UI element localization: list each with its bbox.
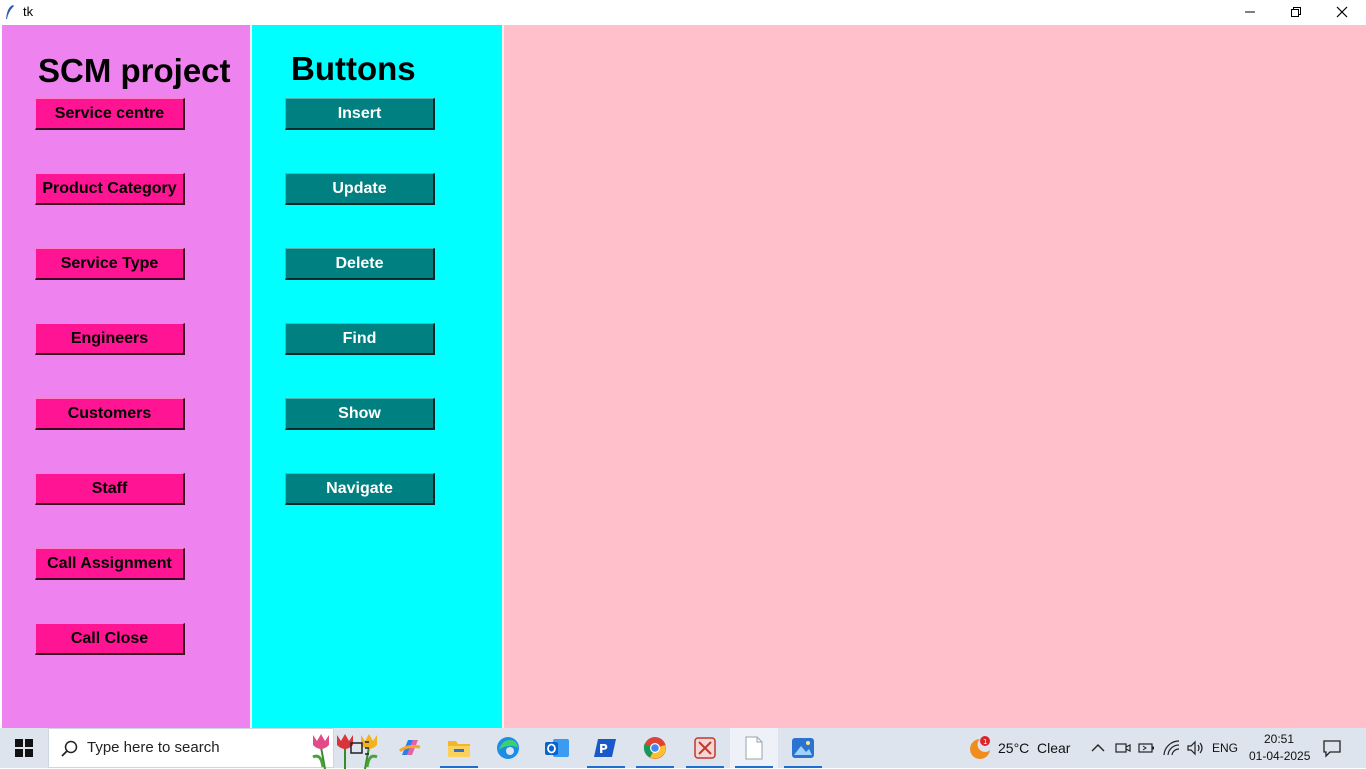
staff-button[interactable]: Staff xyxy=(35,473,185,505)
snipping-tool-icon xyxy=(694,737,716,759)
restore-icon xyxy=(1291,7,1301,17)
engineers-button[interactable]: Engineers xyxy=(35,323,185,355)
task-view-button[interactable] xyxy=(336,728,384,768)
call-close-button[interactable]: Call Close xyxy=(35,623,185,655)
edge-button[interactable] xyxy=(484,728,532,768)
notifications-icon[interactable] xyxy=(1322,738,1342,758)
content-panel xyxy=(504,25,1366,728)
restore-button[interactable] xyxy=(1273,0,1319,24)
delete-button[interactable]: Delete xyxy=(285,248,435,280)
product-category-button[interactable]: Product Category xyxy=(35,173,185,205)
svg-text:P: P xyxy=(599,742,608,756)
notepad-button[interactable] xyxy=(730,728,778,768)
battery-plug-icon xyxy=(1138,743,1154,753)
title-bar: tk xyxy=(0,0,1366,24)
notepad-icon xyxy=(745,736,763,760)
window-title: tk xyxy=(23,4,34,19)
clock-date: 01-04-2025 xyxy=(1249,749,1311,763)
tk-feather-icon xyxy=(6,5,14,19)
action-panel xyxy=(252,25,502,728)
wifi-icon xyxy=(1163,740,1180,756)
file-explorer-button[interactable] xyxy=(435,728,483,768)
navigate-button[interactable]: Navigate xyxy=(285,473,435,505)
chevron-up-icon xyxy=(1091,744,1105,752)
search-input[interactable] xyxy=(87,739,257,756)
show-button[interactable]: Show xyxy=(285,398,435,430)
photos-icon xyxy=(792,738,814,758)
input-language[interactable]: ENG xyxy=(1212,741,1238,755)
project-heading: SCM project xyxy=(38,52,231,89)
chrome-button[interactable] xyxy=(631,728,679,768)
speaker-icon xyxy=(1187,740,1203,756)
copilot-icon xyxy=(398,740,421,755)
weather-temperature: 25°C xyxy=(998,740,1030,756)
snipping-tool-button[interactable] xyxy=(681,728,729,768)
weather-badge: 1 xyxy=(983,738,987,746)
chrome-icon xyxy=(643,737,666,759)
close-icon xyxy=(1336,6,1348,18)
service-centre-button[interactable]: Service centre xyxy=(35,98,185,130)
camera-icon xyxy=(1115,743,1131,753)
search-icon xyxy=(61,740,78,757)
outlook-button[interactable] xyxy=(533,728,581,768)
network-tray-button[interactable] xyxy=(1162,738,1182,758)
buttons-heading: Buttons xyxy=(291,50,416,87)
copilot-button[interactable] xyxy=(386,728,434,768)
edge-icon xyxy=(497,737,519,759)
meet-tray-button[interactable] xyxy=(1113,738,1133,758)
pycharm-button[interactable]: P xyxy=(582,728,630,768)
minimize-icon xyxy=(1245,11,1255,13)
close-button[interactable] xyxy=(1319,0,1365,24)
photos-button[interactable] xyxy=(779,728,827,768)
taskbar: P xyxy=(0,728,1366,769)
call-assignment-button[interactable]: Call Assignment xyxy=(35,548,185,580)
start-button[interactable] xyxy=(0,728,48,768)
find-button[interactable]: Find xyxy=(285,323,435,355)
weather-condition: Clear xyxy=(1037,740,1071,756)
service-type-button[interactable]: Service Type xyxy=(35,248,185,280)
insert-button[interactable]: Insert xyxy=(285,98,435,130)
file-explorer-icon xyxy=(448,741,470,757)
windows-logo-icon xyxy=(15,739,33,757)
taskbar-search[interactable] xyxy=(48,728,378,769)
pycharm-icon: P xyxy=(594,739,616,757)
clock-time: 20:51 xyxy=(1264,732,1295,746)
battery-tray-button[interactable] xyxy=(1137,738,1157,758)
update-button[interactable]: Update xyxy=(285,173,435,205)
customers-button[interactable]: Customers xyxy=(35,398,185,430)
weather-moon-icon: 1 xyxy=(970,736,990,759)
volume-tray-button[interactable] xyxy=(1185,738,1205,758)
show-hidden-icons-button[interactable] xyxy=(1088,738,1108,758)
task-view-icon xyxy=(350,741,369,755)
minimize-button[interactable] xyxy=(1227,0,1273,24)
outlook-icon xyxy=(545,739,569,757)
